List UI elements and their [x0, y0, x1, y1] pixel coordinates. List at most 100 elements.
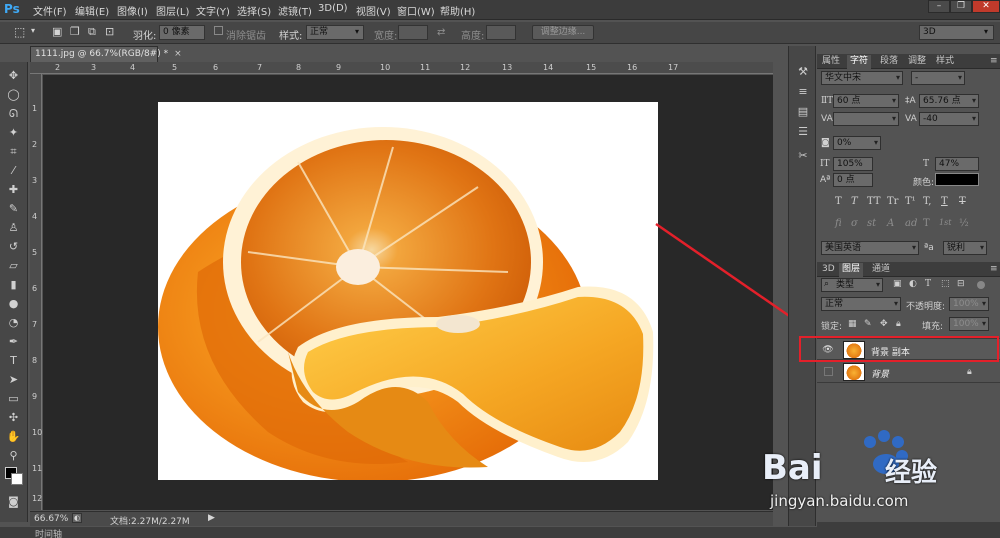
font-size-input[interactable]: 60 点: [833, 94, 899, 108]
visibility-checkbox[interactable]: [824, 367, 833, 376]
menu-file[interactable]: 文件(F): [33, 3, 67, 18]
panel-menu-icon[interactable]: ≡: [987, 55, 1000, 69]
all-caps-button[interactable]: TT: [867, 196, 881, 207]
properties-icon[interactable]: ☰: [795, 124, 811, 140]
stylistic-alternates-button[interactable]: A: [887, 218, 894, 229]
fill-input[interactable]: 100%: [949, 317, 989, 331]
filter-pixel-icon[interactable]: ▣: [893, 279, 902, 289]
histogram-icon[interactable]: ▤: [795, 104, 811, 120]
crop-tool-icon[interactable]: ⌗: [5, 144, 22, 160]
eyedropper-icon[interactable]: ⁄: [5, 163, 22, 179]
layer-filter-select[interactable]: 类型: [821, 278, 883, 292]
healing-brush-icon[interactable]: ✚: [5, 182, 22, 198]
tools-icon[interactable]: ✂: [795, 148, 811, 164]
leading-input[interactable]: 65.76 点: [919, 94, 979, 108]
ornaments-button[interactable]: T: [923, 218, 930, 229]
menu-image[interactable]: 图像(I): [117, 3, 148, 18]
layers-panel-menu-icon[interactable]: ≡: [987, 263, 1000, 277]
faux-bold-button[interactable]: T: [835, 196, 842, 207]
minimize-button[interactable]: –: [928, 0, 950, 13]
opacity-input[interactable]: 100%: [949, 297, 989, 311]
path-selection-icon[interactable]: ➤: [5, 372, 22, 388]
ligatures-button[interactable]: fi: [835, 218, 842, 229]
workspace-select[interactable]: 3D: [919, 25, 994, 40]
menu-layer[interactable]: 图层(L): [156, 3, 189, 18]
tracking-input[interactable]: -40: [919, 112, 979, 126]
3d-tool-icon[interactable]: ✣: [5, 410, 22, 426]
tab-paragraph[interactable]: 段落: [877, 55, 901, 69]
status-info-icon[interactable]: ◐: [72, 513, 82, 523]
clone-stamp-icon[interactable]: ♙: [5, 220, 22, 236]
fractions-button[interactable]: ½: [959, 218, 969, 229]
timeline-tab[interactable]: 时间轴: [35, 527, 62, 538]
menu-edit[interactable]: 编辑(E): [75, 3, 109, 18]
tsume-input[interactable]: 0%: [833, 136, 881, 150]
swap-icon[interactable]: ⇄: [437, 27, 445, 38]
document-tab[interactable]: 1111.jpg @ 66.7%(RGB/8#) * ×: [30, 46, 182, 62]
font-style-select[interactable]: -: [911, 71, 965, 85]
menu-type[interactable]: 文字(Y): [196, 3, 230, 18]
ordinals-button[interactable]: 1st: [939, 218, 951, 227]
type-tool-icon[interactable]: T: [5, 353, 22, 369]
lock-all-icon[interactable]: 🔒︎: [896, 319, 901, 329]
lock-pixels-icon[interactable]: ✎: [864, 319, 872, 329]
layer-row-background[interactable]: 背景 🔒︎: [817, 361, 1000, 383]
menu-3d[interactable]: 3D(D): [318, 3, 348, 14]
menu-select[interactable]: 选择(S): [237, 3, 271, 18]
width-input[interactable]: [398, 25, 428, 40]
document-image[interactable]: [158, 102, 658, 480]
rectangle-tool-icon[interactable]: ▭: [5, 391, 22, 407]
kerning-input[interactable]: [833, 112, 899, 126]
tab-styles[interactable]: 样式: [933, 55, 957, 69]
lock-position-icon[interactable]: ✥: [880, 319, 888, 329]
font-family-select[interactable]: 华文中宋: [821, 71, 903, 85]
tab-character[interactable]: 字符: [847, 55, 872, 69]
add-selection-icon[interactable]: ❐: [70, 25, 80, 38]
filter-type-icon[interactable]: T: [925, 279, 931, 289]
tool-preset-dropdown-icon[interactable]: ▾: [31, 26, 35, 35]
feather-input[interactable]: 0 像素: [159, 25, 205, 40]
filter-smart-object-icon[interactable]: ⊟: [957, 279, 965, 289]
eraser-tool-icon[interactable]: ▱: [5, 258, 22, 274]
tab-adjustments[interactable]: 调整: [905, 55, 929, 69]
old-style-button[interactable]: σ: [851, 218, 858, 229]
baseline-shift-input[interactable]: 0 点: [833, 173, 873, 187]
tab-layers[interactable]: 图层: [839, 263, 864, 277]
lock-transparent-icon[interactable]: ▦: [848, 319, 857, 329]
subscript-button[interactable]: T,: [923, 196, 931, 207]
small-caps-button[interactable]: Tr: [887, 196, 898, 207]
tool-presets-icon[interactable]: ⚒: [795, 64, 811, 80]
magic-wand-icon[interactable]: ✦: [5, 125, 22, 141]
tab-3d[interactable]: 3D: [819, 263, 838, 277]
layer-name[interactable]: 背景: [871, 367, 889, 380]
menu-filter[interactable]: 滤镜(T): [278, 3, 312, 18]
restore-button[interactable]: ❐: [950, 0, 972, 13]
filter-toggle-icon[interactable]: [977, 281, 985, 289]
brush-presets-icon[interactable]: ≡: [795, 84, 811, 100]
filter-adjustment-icon[interactable]: ◐: [909, 279, 917, 289]
lasso-tool-icon[interactable]: ᘏ: [5, 106, 22, 122]
tab-properties[interactable]: 属性: [819, 55, 843, 69]
menu-help[interactable]: 帮助(H): [440, 3, 475, 18]
marquee-tool-icon[interactable]: ⬚: [14, 25, 25, 39]
gradient-tool-icon[interactable]: ▮: [5, 277, 22, 293]
superscript-button[interactable]: T¹: [905, 196, 916, 207]
faux-italic-button[interactable]: T: [851, 196, 858, 207]
brush-tool-icon[interactable]: ✎: [5, 201, 22, 217]
subtract-selection-icon[interactable]: ⧉: [88, 25, 96, 39]
history-brush-icon[interactable]: ↺: [5, 239, 22, 255]
language-select[interactable]: 美国英语: [821, 241, 919, 255]
titling-button[interactable]: ad: [905, 218, 917, 229]
text-color-swatch[interactable]: [935, 173, 979, 186]
antialias-select[interactable]: 锐利: [943, 241, 987, 255]
close-button[interactable]: ✕: [972, 0, 1000, 13]
tab-channels[interactable]: 通道: [869, 263, 893, 277]
swash-button[interactable]: st: [867, 218, 876, 229]
close-tab-icon[interactable]: ×: [174, 49, 182, 59]
dodge-tool-icon[interactable]: ◔: [5, 315, 22, 331]
quick-mask-icon[interactable]: ◙: [5, 494, 22, 510]
antialias-checkbox[interactable]: [214, 26, 223, 35]
menu-view[interactable]: 视图(V): [356, 3, 391, 18]
move-tool-icon[interactable]: ✥: [5, 68, 22, 84]
status-menu-arrow-icon[interactable]: ▶: [208, 513, 215, 523]
